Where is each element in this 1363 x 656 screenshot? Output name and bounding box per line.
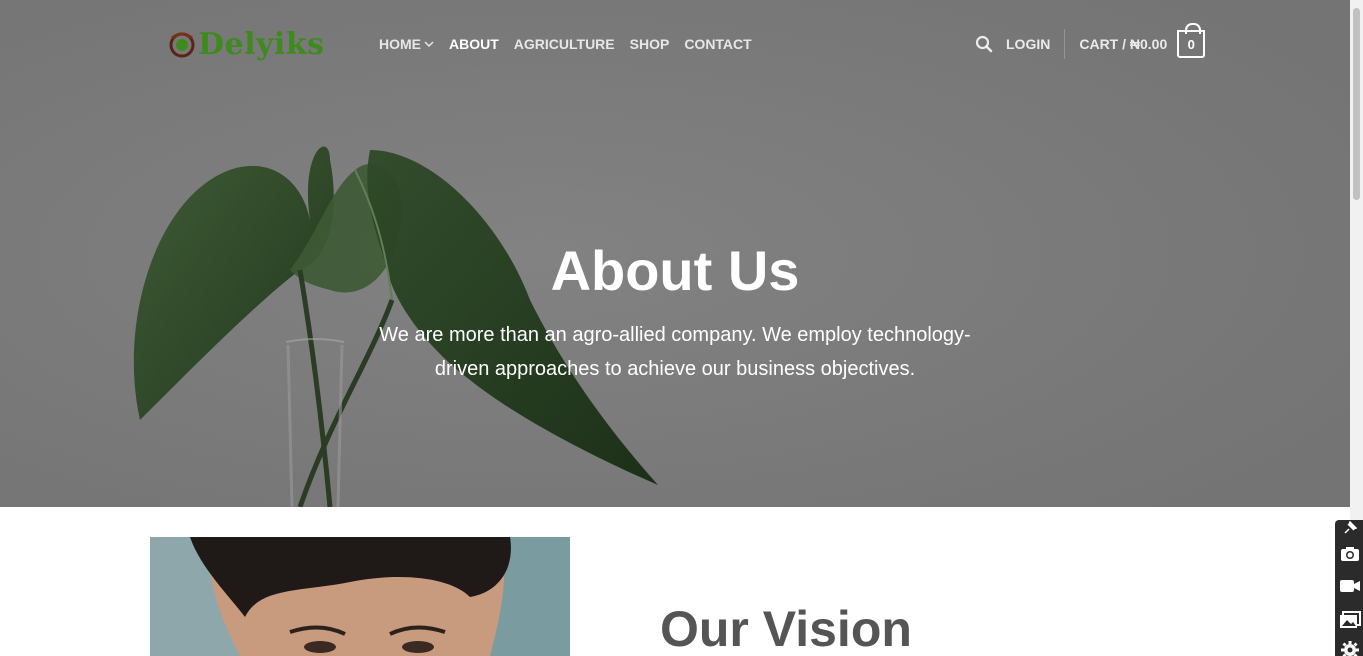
nav-item-contact[interactable]: CONTACT [684, 36, 751, 52]
portrait-image [150, 537, 570, 656]
site-header: Delyiks HOME ABOUT AGRICULTURE SHOP CONT… [0, 0, 1350, 88]
settings-icon[interactable] [1337, 638, 1363, 656]
video-icon[interactable] [1337, 574, 1363, 598]
search-icon[interactable] [975, 35, 993, 53]
gallery-icon[interactable] [1337, 608, 1363, 632]
header-divider [1064, 29, 1066, 59]
hero-subtitle: We are more than an agro-allied company.… [379, 324, 971, 380]
nav-item-contact-label: CONTACT [684, 36, 752, 52]
nav-item-home[interactable]: HOME [379, 36, 434, 52]
camera-icon[interactable] [1337, 542, 1363, 566]
pin-icon[interactable] [1337, 520, 1363, 536]
vision-heading: Our Vision [660, 601, 912, 656]
nav-item-agriculture[interactable]: AGRICULTURE [514, 36, 615, 52]
cart-count-badge: 0 [1187, 36, 1195, 52]
nav-item-shop-label: SHOP [629, 36, 670, 52]
logo-emblem-icon [169, 32, 195, 58]
nav-item-about[interactable]: ABOUT [449, 36, 499, 52]
nav-item-shop[interactable]: SHOP [630, 36, 670, 52]
portrait-photo [150, 537, 570, 656]
brand-logo[interactable]: Delyiks [168, 22, 324, 66]
nav-item-home-label: HOME [379, 36, 421, 52]
screen-capture-toolbar [1335, 520, 1363, 656]
nav-item-agriculture-label: AGRICULTURE [513, 36, 615, 52]
main-nav: HOME ABOUT AGRICULTURE SHOP CONTACT [379, 36, 767, 52]
header-actions: LOGIN CART / ₦0.00 0 [975, 23, 1206, 60]
login-link[interactable]: LOGIN [1006, 36, 1050, 52]
logo-wordmark: Delyiks [198, 26, 325, 62]
scrollbar-thumb[interactable] [1353, 8, 1360, 200]
chevron-down-icon [424, 40, 434, 47]
cart-link[interactable]: CART / ₦0.00 [1079, 36, 1167, 52]
page-title: About Us [550, 239, 800, 302]
nav-item-about-label: ABOUT [449, 36, 499, 52]
cart-bag-icon[interactable]: 0 [1177, 23, 1206, 58]
